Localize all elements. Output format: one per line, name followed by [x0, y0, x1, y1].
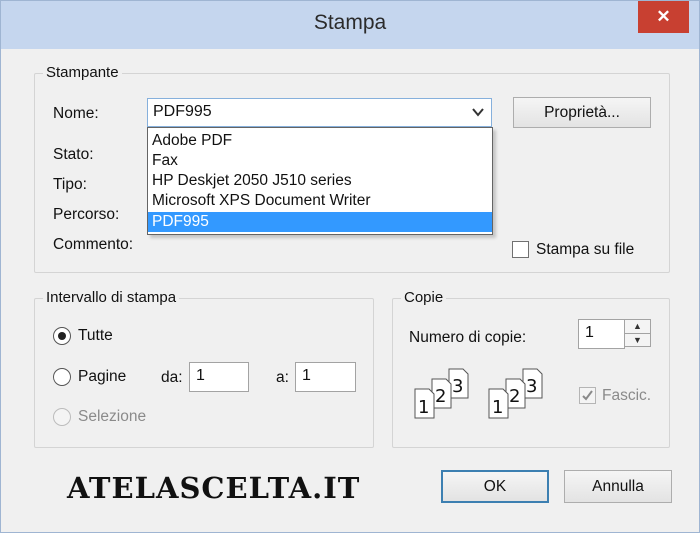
collate-digit-1: 1	[492, 397, 503, 418]
to-label: a:	[276, 369, 289, 386]
status-label: Stato:	[53, 146, 94, 163]
printer-option-pdf995[interactable]: PDF995	[148, 212, 492, 232]
properties-button[interactable]: Proprietà...	[513, 97, 651, 128]
collate-digit-2: 2	[509, 386, 520, 407]
chevron-down-icon	[472, 108, 484, 117]
printer-option-hp-deskjet[interactable]: HP Deskjet 2050 J510 series	[148, 171, 492, 191]
printer-selected-value: PDF995	[153, 103, 212, 120]
collate-checkbox[interactable]	[579, 387, 596, 404]
range-pages-radio[interactable]	[53, 368, 71, 386]
print-to-file-label: Stampa su file	[536, 241, 635, 258]
printer-options-list: Adobe PDF Fax HP Deskjet 2050 J510 serie…	[147, 127, 493, 235]
copies-group-legend: Copie	[401, 289, 447, 306]
spin-up-icon[interactable]: ▲	[625, 320, 650, 333]
range-pages-label: Pagine	[78, 368, 127, 385]
from-page-field[interactable]: 1	[189, 362, 249, 392]
collate-digit-1: 1	[418, 397, 429, 418]
collate-set-1: 3 2 1	[414, 368, 469, 419]
checkmark-icon	[582, 390, 593, 401]
copies-count-field[interactable]: 1	[578, 319, 625, 349]
range-selection-label: Selezione	[78, 408, 147, 425]
range-all-radio[interactable]	[53, 327, 71, 345]
from-label: da:	[161, 369, 183, 386]
collate-label: Fascic.	[602, 387, 652, 404]
print-to-file-checkbox[interactable]	[512, 241, 529, 258]
copies-count-label: Numero di copie:	[409, 329, 527, 346]
printer-option-fax[interactable]: Fax	[148, 151, 492, 171]
name-label: Nome:	[53, 105, 99, 122]
range-all-label: Tutte	[78, 327, 113, 344]
print-dialog: Stampa ✕ Stampante Nome: Stato: Tipo: Pe…	[0, 0, 700, 533]
collate-digit-3: 3	[526, 376, 537, 397]
title-bar[interactable]: Stampa ✕	[1, 1, 699, 49]
comment-label: Commento:	[53, 236, 134, 253]
collate-digit-3: 3	[452, 376, 463, 397]
close-icon: ✕	[656, 7, 671, 26]
cancel-button[interactable]: Annulla	[564, 470, 672, 503]
to-page-field[interactable]: 1	[295, 362, 356, 392]
spin-down-icon[interactable]: ▼	[625, 333, 650, 347]
radio-selected-dot	[58, 332, 66, 340]
printer-name-dropdown[interactable]: PDF995	[147, 98, 492, 127]
dialog-title: Stampa	[313, 11, 387, 34]
collate-set-2: 3 2 1	[488, 368, 543, 419]
printer-group-legend: Stampante	[43, 64, 122, 81]
ok-button[interactable]: OK	[441, 470, 549, 503]
printer-option-xps-writer[interactable]: Microsoft XPS Document Writer	[148, 191, 492, 211]
watermark-text: ATELASCELTA.IT	[67, 471, 361, 505]
path-label: Percorso:	[53, 206, 120, 223]
range-selection-radio[interactable]	[53, 408, 71, 426]
collate-digit-2: 2	[435, 386, 446, 407]
collate-pages-icon: 3 2 1 3 2 1	[414, 368, 543, 419]
range-group-legend: Intervallo di stampa	[43, 289, 180, 306]
type-label: Tipo:	[53, 176, 87, 193]
copies-spinner[interactable]: ▲ ▼	[624, 319, 651, 347]
printer-option-adobe-pdf[interactable]: Adobe PDF	[148, 131, 492, 151]
close-button[interactable]: ✕	[638, 1, 689, 33]
